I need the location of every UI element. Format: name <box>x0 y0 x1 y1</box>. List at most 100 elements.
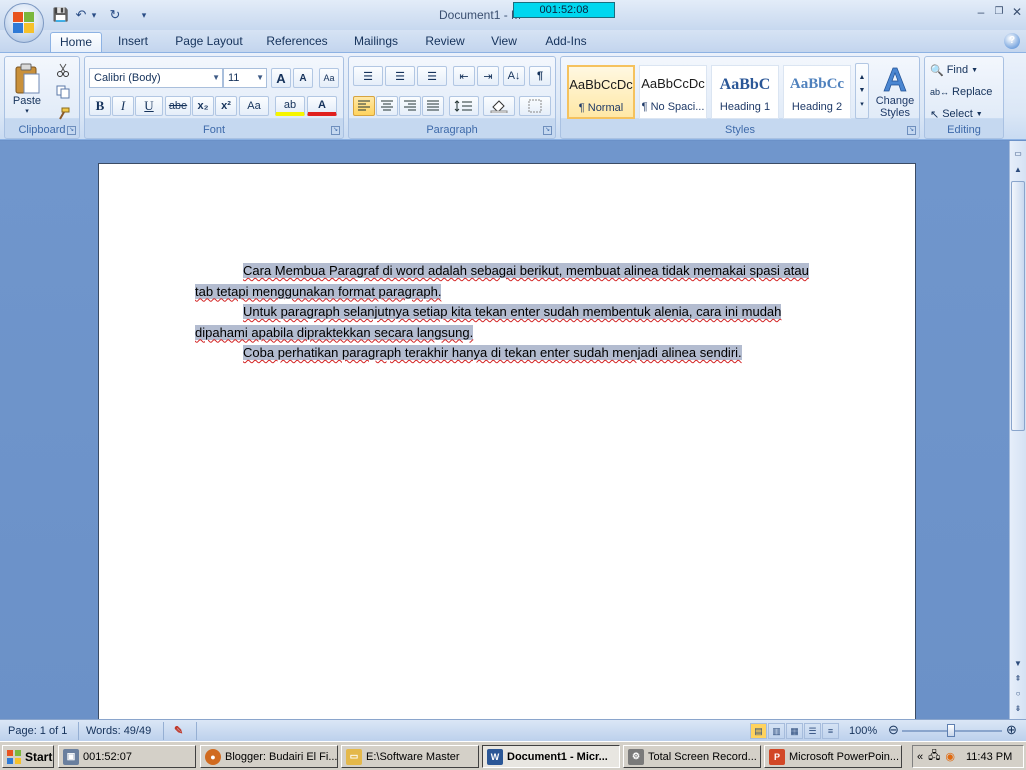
select-button[interactable]: ↖ Select ▼ <box>929 104 1001 124</box>
paragraph[interactable]: Cara Membua Paragraf di word adalah seba… <box>195 261 815 302</box>
draft-view-icon[interactable]: ≡ <box>822 723 839 739</box>
taskbar-item-firefox[interactable]: ● Blogger: Budairi El Fi... <box>200 745 338 768</box>
select-browse-object-icon[interactable]: ○ <box>1011 687 1025 701</box>
sort-button[interactable]: A↓ <box>503 66 525 86</box>
numbering-button[interactable]: ☰ <box>385 66 415 86</box>
cut-icon[interactable] <box>53 61 73 79</box>
bold-button[interactable]: B <box>89 96 111 116</box>
replace-button[interactable]: ab↔ Replace <box>929 82 1001 102</box>
grow-font-button[interactable]: A <box>271 68 291 88</box>
taskbar-item-explorer[interactable]: ▭ E:\Software Master <box>341 745 479 768</box>
zoom-out-icon[interactable]: ⊖ <box>884 722 903 738</box>
tab-home[interactable]: Home <box>50 32 102 52</box>
align-center-button[interactable] <box>376 96 398 116</box>
close-button[interactable]: ✕ <box>1009 4 1025 20</box>
start-button[interactable]: Start <box>2 745 54 768</box>
text-highlight-button[interactable]: ab <box>275 96 305 116</box>
tab-references[interactable]: References <box>262 32 332 52</box>
paragraph-text[interactable]: Coba perhatikan paragraph terakhir hanya… <box>243 345 742 360</box>
font-color-button[interactable]: A <box>307 96 337 116</box>
customize-qat-icon[interactable]: ▾ <box>138 6 150 24</box>
align-left-button[interactable] <box>353 96 375 116</box>
tab-insert[interactable]: Insert <box>110 32 156 52</box>
tab-mailings[interactable]: Mailings <box>346 32 406 52</box>
copy-icon[interactable] <box>53 83 73 101</box>
minimize-button[interactable]: – <box>973 4 989 20</box>
tab-page-layout[interactable]: Page Layout <box>170 32 248 52</box>
print-layout-view-icon[interactable]: ▤ <box>750 723 767 739</box>
taskbar-item-timer[interactable]: ▣ 001:52:07 <box>58 745 196 768</box>
clock[interactable]: 11:43 PM <box>966 751 1012 763</box>
paragraph[interactable]: Coba perhatikan paragraph terakhir hanya… <box>195 343 815 364</box>
styles-launcher-icon[interactable]: ↘ <box>907 126 916 135</box>
find-button[interactable]: 🔍 Find ▼ <box>929 60 1001 80</box>
paragraph-text[interactable]: Untuk paragraph selanjutnya setiap kita … <box>195 304 782 340</box>
tab-review[interactable]: Review <box>420 32 470 52</box>
chevron-up-icon[interactable]: ▲ <box>859 74 866 81</box>
strikethrough-button[interactable]: abe <box>165 96 191 116</box>
taskbar-item-word[interactable]: W Document1 - Micr... <box>482 745 620 768</box>
scroll-down-icon[interactable]: ▼ <box>1011 657 1025 671</box>
line-spacing-button[interactable] <box>449 96 479 116</box>
taskbar-item-screen-recorder[interactable]: ⚙ Total Screen Record... <box>623 745 761 768</box>
decrease-indent-button[interactable]: ⇤ <box>453 66 475 86</box>
redo-icon[interactable]: ↻ <box>106 6 124 24</box>
bullets-button[interactable]: ☰ <box>353 66 383 86</box>
show-formatting-button[interactable]: ¶ <box>529 66 551 86</box>
style-heading-2[interactable]: AaBbCc Heading 2 <box>783 65 851 119</box>
format-painter-icon[interactable] <box>53 105 73 123</box>
help-icon[interactable]: ? <box>1004 33 1020 49</box>
outline-view-icon[interactable]: ☰ <box>804 723 821 739</box>
chevron-down-icon[interactable]: ▼ <box>859 87 866 94</box>
shrink-font-button[interactable]: A <box>293 68 313 88</box>
undo-icon[interactable]: ↶ <box>74 6 88 24</box>
paragraph[interactable]: Untuk paragraph selanjutnya setiap kita … <box>195 302 815 343</box>
multilevel-list-button[interactable]: ☰ <box>417 66 447 86</box>
proofing-icon[interactable]: ✎ <box>170 723 187 739</box>
paste-button[interactable]: Paste ▾ <box>9 59 45 119</box>
restore-button[interactable]: ❐ <box>991 4 1007 20</box>
more-styles-icon[interactable]: ▾ <box>860 100 864 108</box>
document-body[interactable]: Cara Membua Paragraf di word adalah seba… <box>195 261 815 364</box>
style-no-spacing[interactable]: AaBbCcDc ¶ No Spaci... <box>639 65 707 119</box>
style-heading-1[interactable]: AaBbC Heading 1 <box>711 65 779 119</box>
subscript-button[interactable]: x₂ <box>192 96 214 116</box>
clear-formatting-button[interactable]: Aa <box>319 68 339 88</box>
increase-indent-button[interactable]: ⇥ <box>477 66 499 86</box>
zoom-in-icon[interactable]: ⊕ <box>1002 722 1021 738</box>
style-normal[interactable]: AaBbCcDc ¶ Normal <box>567 65 635 119</box>
font-size-select[interactable]: 11 ▼ <box>223 68 267 88</box>
page-count[interactable]: Page: 1 of 1 <box>4 723 71 739</box>
tray-expand-icon[interactable]: « <box>917 751 923 763</box>
tab-add-ins[interactable]: Add-Ins <box>538 32 594 52</box>
underline-button[interactable]: U <box>135 96 163 116</box>
full-screen-reading-icon[interactable]: ▥ <box>768 723 785 739</box>
font-family-select[interactable]: Calibri (Body) ▼ <box>89 68 223 88</box>
justify-button[interactable] <box>422 96 444 116</box>
vertical-scrollbar[interactable]: ▭ ▲ ▼ ⇞ ○ ⇟ <box>1009 141 1026 719</box>
zoom-level[interactable]: 100% <box>845 723 881 739</box>
change-styles-button[interactable]: Change Styles <box>873 61 917 123</box>
paragraph-text[interactable]: Cara Membua Paragraf di word adalah seba… <box>195 263 809 299</box>
styles-scroll-buttons[interactable]: ▲ ▼ ▾ <box>855 63 869 119</box>
italic-button[interactable]: I <box>112 96 134 116</box>
recorder-tray-icon[interactable]: ◉ <box>945 750 955 763</box>
shading-button[interactable] <box>483 96 515 116</box>
tab-view[interactable]: View <box>484 32 524 52</box>
paste-dropdown-icon[interactable]: ▾ <box>25 107 29 115</box>
document-page[interactable]: Cara Membua Paragraf di word adalah seba… <box>98 163 916 719</box>
ruler-toggle-icon[interactable]: ▭ <box>1011 147 1025 161</box>
paragraph-launcher-icon[interactable]: ↘ <box>543 126 552 135</box>
superscript-button[interactable]: x² <box>215 96 237 116</box>
previous-page-icon[interactable]: ⇞ <box>1011 672 1025 686</box>
zoom-slider-thumb[interactable] <box>947 724 955 737</box>
font-launcher-icon[interactable]: ↘ <box>331 126 340 135</box>
next-page-icon[interactable]: ⇟ <box>1011 702 1025 716</box>
word-count[interactable]: Words: 49/49 <box>82 723 155 739</box>
office-button[interactable] <box>4 3 44 43</box>
save-icon[interactable]: 💾 <box>52 6 70 24</box>
align-right-button[interactable] <box>399 96 421 116</box>
network-icon[interactable]: 🖧 <box>928 747 940 766</box>
undo-dropdown-icon[interactable]: ▾ <box>89 6 99 24</box>
taskbar-item-powerpoint[interactable]: P Microsoft PowerPoin... <box>764 745 902 768</box>
